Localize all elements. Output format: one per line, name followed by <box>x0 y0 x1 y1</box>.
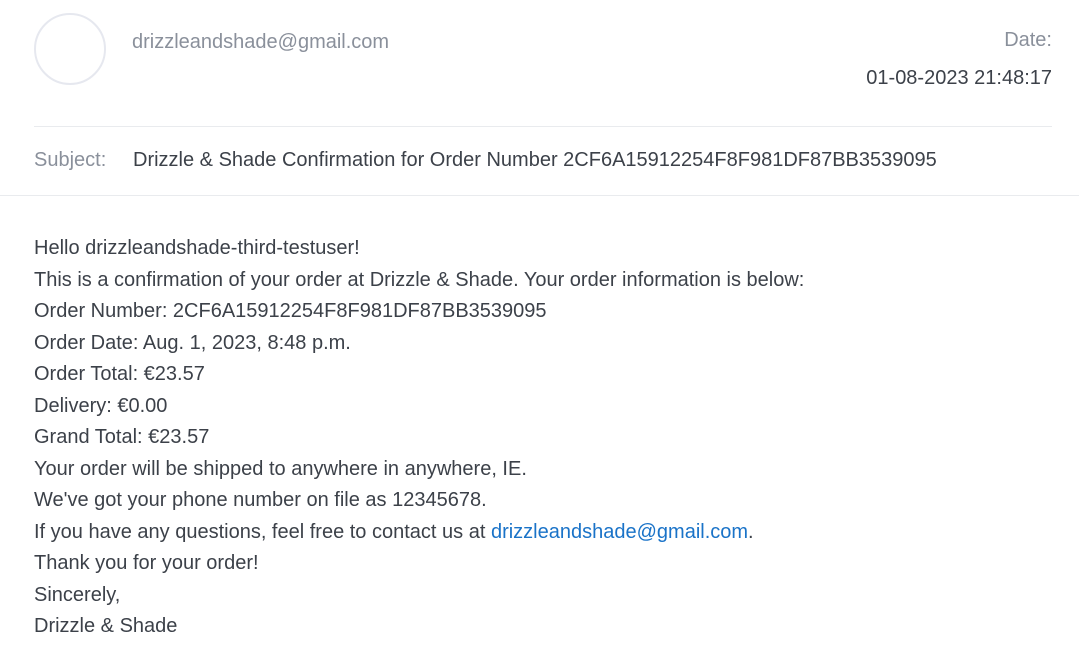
date-label: Date: <box>1004 29 1052 51</box>
order-total-line: Order Total: €23.57 <box>34 363 205 385</box>
subject-value: Drizzle & Shade Confirmation for Order N… <box>133 149 937 171</box>
subject-label: Subject: <box>34 149 107 171</box>
order-date-line: Order Date: Aug. 1, 2023, 8:48 p.m. <box>34 331 351 354</box>
questions-prefix: If you have any questions, feel free to … <box>34 520 491 543</box>
order-number-line: Order Number: 2CF6A15912254F8F981DF87BB3… <box>34 300 547 322</box>
signature-line: Drizzle & Shade <box>34 615 178 637</box>
email-body: Hello drizzleandshade-third-testuser! Th… <box>34 233 804 643</box>
thanks-line: Thank you for your order! <box>34 552 259 574</box>
delivery-line: Delivery: €0.00 <box>34 394 168 417</box>
intro-line: This is a confirmation of your order at … <box>34 268 805 291</box>
shipping-line: Your order will be shipped to anywhere i… <box>34 457 527 480</box>
sender-email: drizzleandshade@gmail.com <box>132 31 390 53</box>
email-header: drizzleandshade@gmail.com Date: 01-08-20… <box>34 0 1052 127</box>
phone-line: We've got your phone number on file as 1… <box>34 489 487 511</box>
contact-email-link[interactable]: drizzleandshade@gmail.com <box>491 521 748 543</box>
date-value: 01-08-2023 21:48:17 <box>866 67 1052 89</box>
greeting-line: Hello drizzleandshade-third-testuser! <box>34 237 360 259</box>
questions-suffix: . <box>748 520 754 543</box>
sender-avatar <box>34 13 106 85</box>
sincerely-line: Sincerely, <box>34 583 121 606</box>
grand-total-line: Grand Total: €23.57 <box>34 426 210 448</box>
subject-row: Subject: Drizzle & Shade Confirmation fo… <box>0 127 1079 196</box>
questions-line: If you have any questions, feel free to … <box>34 517 804 549</box>
